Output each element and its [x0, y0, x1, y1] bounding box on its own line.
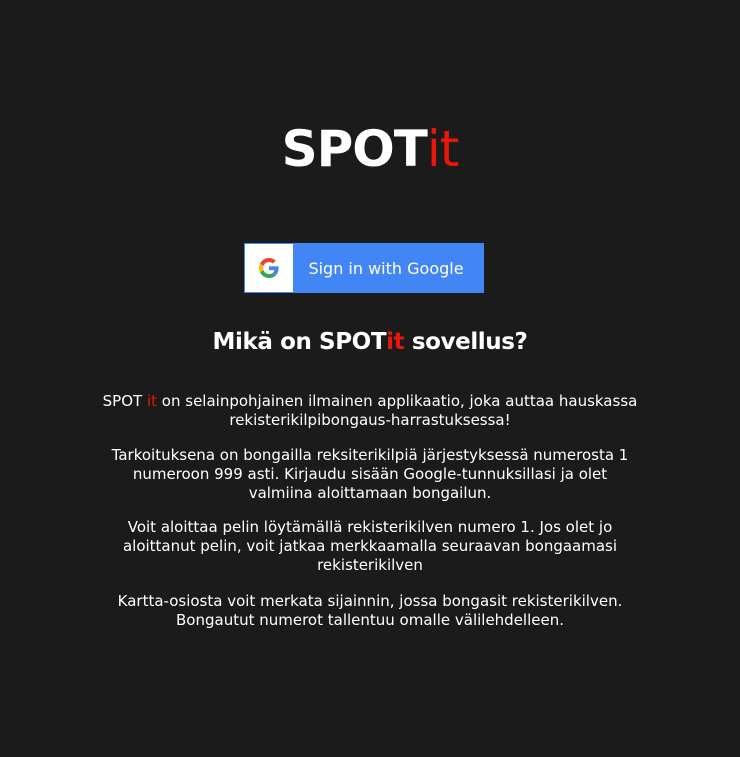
heading-it-text: it — [386, 329, 405, 355]
paragraph-intro: SPOT it on selainpohjainen ilmainen appl… — [100, 392, 640, 430]
about-heading: Mikä on SPOTit sovellus? — [0, 327, 740, 357]
google-g-icon — [259, 258, 279, 278]
intro-rest-text: on selainpohjainen ilmainen applikaatio,… — [157, 392, 638, 429]
google-icon-box — [245, 244, 293, 292]
app-logo: SPOTit — [0, 120, 740, 178]
google-signin-label: Sign in with Google — [308, 258, 464, 278]
paragraph-start-game: Voit aloittaa pelin löytämällä rekisteri… — [122, 518, 618, 574]
heading-text-before: Mikä on SPOT — [212, 329, 387, 355]
paragraph-purpose: Tarkoituksena on bongailla reksiterikilp… — [111, 446, 629, 502]
intro-it-text: it — [146, 392, 158, 410]
page: SPOTit Sign in with Google Mikä on SPOTi… — [0, 0, 740, 757]
heading-text-after: sovellus? — [404, 329, 528, 355]
logo-spot-text: SPOT — [281, 120, 428, 178]
paragraph-map: Kartta-osiosta voit merkata sijainnin, j… — [117, 592, 623, 629]
google-signin-button[interactable]: Sign in with Google — [244, 243, 484, 293]
intro-spot-text: SPOT — [102, 392, 147, 410]
logo-it-text: it — [426, 120, 459, 178]
